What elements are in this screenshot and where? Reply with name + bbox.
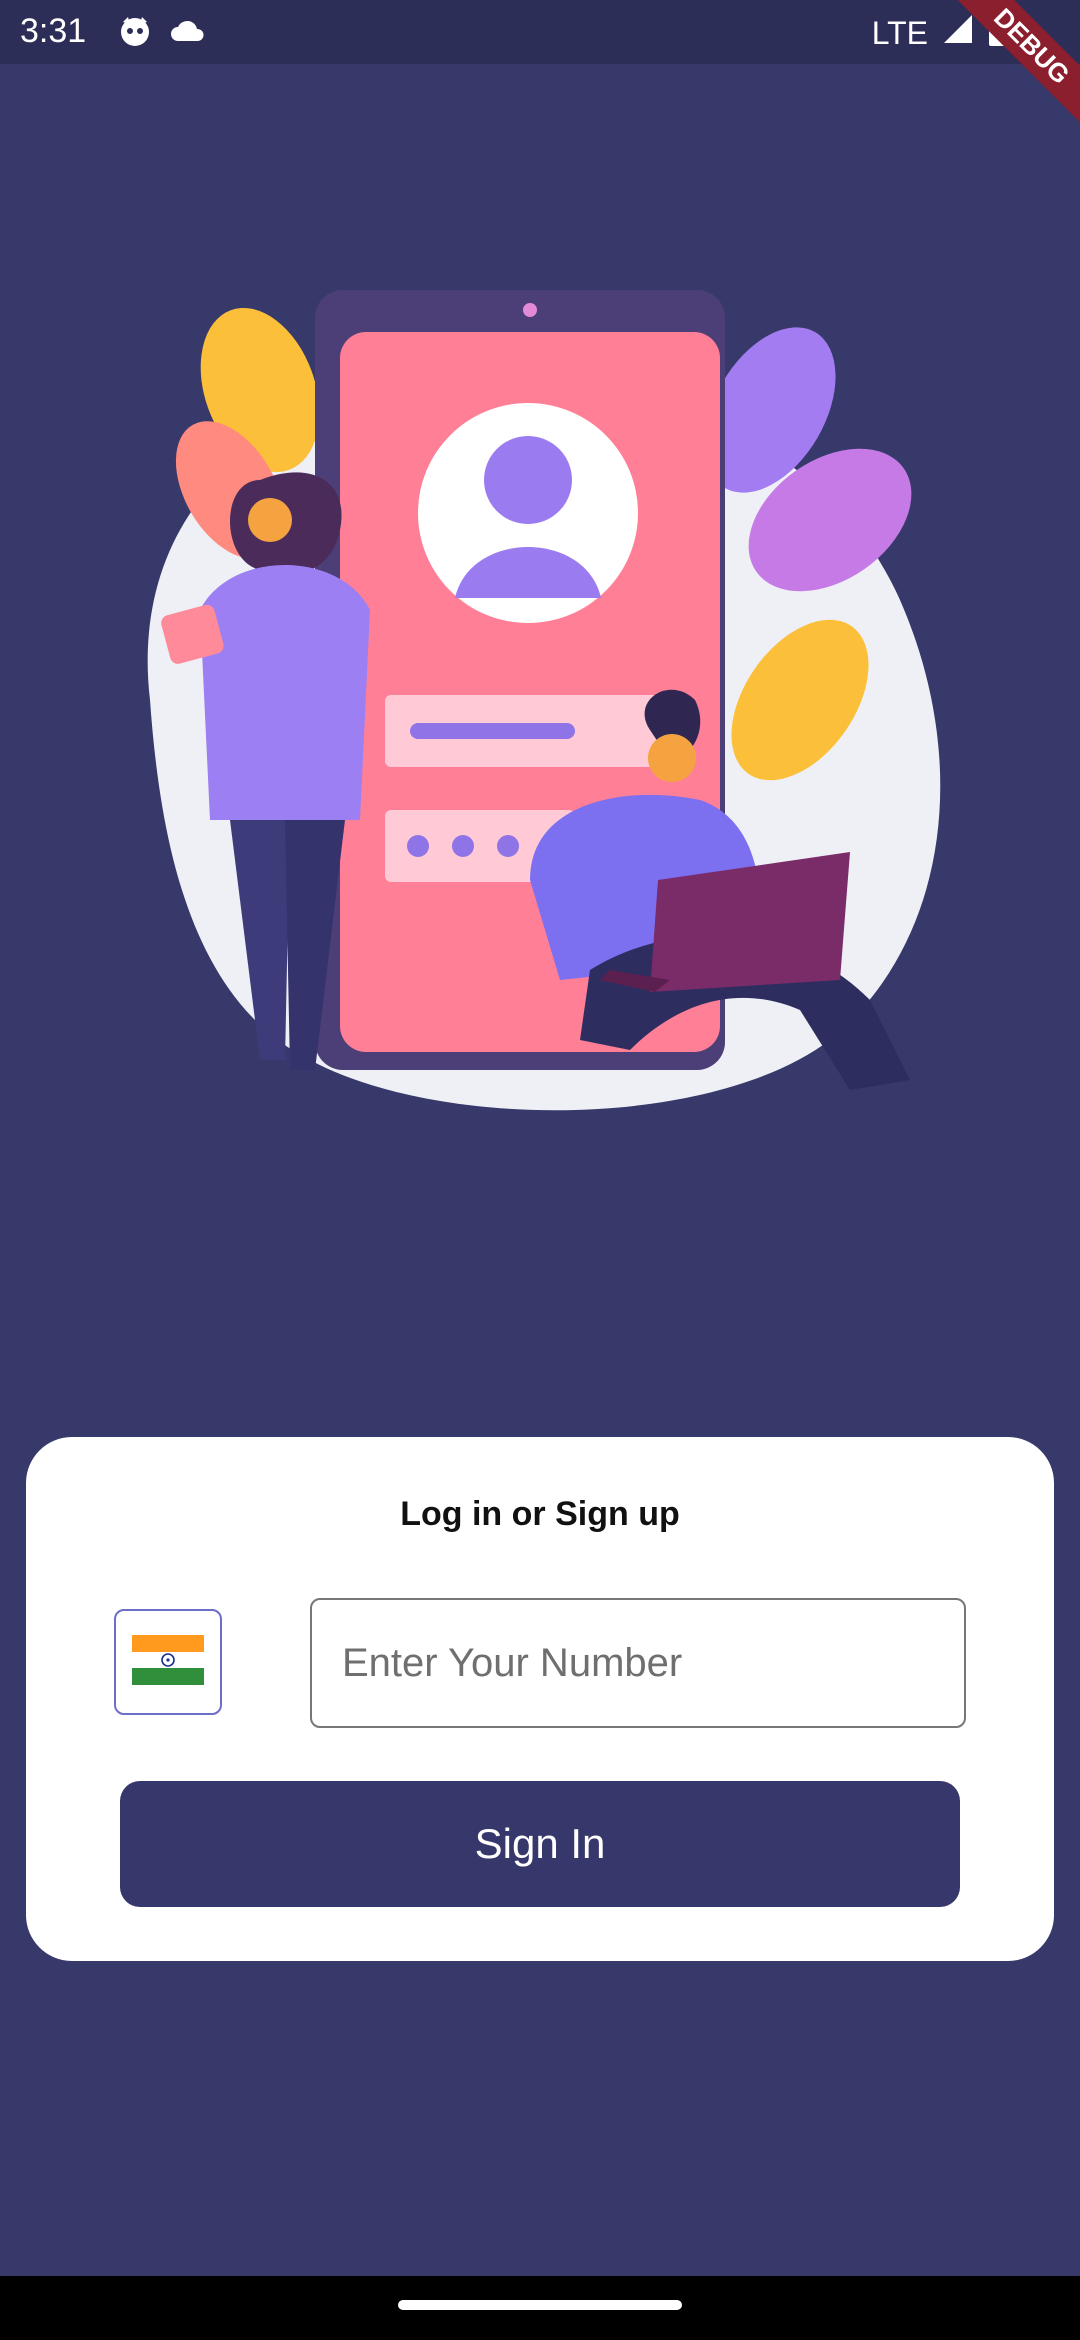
- navigation-bar: [0, 2276, 1080, 2340]
- sign-in-button[interactable]: Sign In: [120, 1781, 960, 1907]
- card-title: Log in or Sign up: [400, 1495, 680, 1533]
- status-time: 3:31: [20, 12, 87, 50]
- status-bar: 3:31 LTE DEBUG: [0, 0, 1080, 145]
- login-card: Log in or Sign up Sign In: [26, 1437, 1054, 1961]
- cat-notification-icon: [118, 14, 152, 53]
- home-gesture-handle[interactable]: [398, 2300, 682, 2310]
- signal-icon: [942, 13, 974, 53]
- cloud-icon: [170, 19, 206, 48]
- india-flag-icon: [132, 1634, 204, 1690]
- login-illustration: [110, 280, 970, 1130]
- network-type: LTE: [871, 14, 928, 51]
- phone-number-input[interactable]: [310, 1598, 966, 1728]
- country-code-button[interactable]: [114, 1609, 222, 1715]
